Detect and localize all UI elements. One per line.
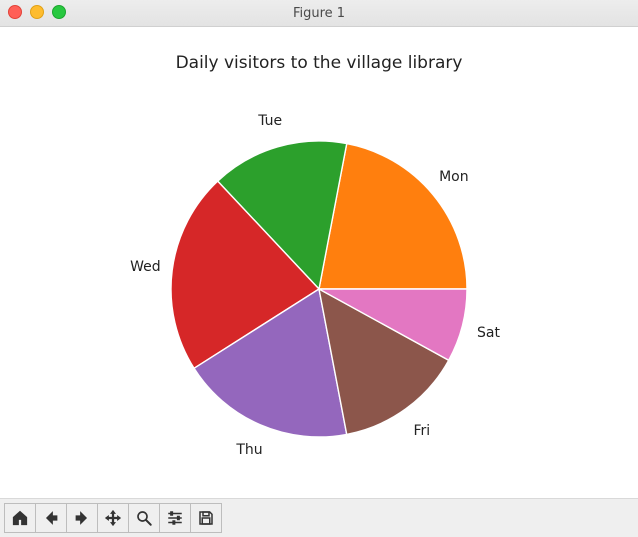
pie-slice-label: Wed xyxy=(130,259,161,275)
minimize-icon[interactable] xyxy=(30,5,44,19)
save-button[interactable] xyxy=(190,503,222,533)
arrow-left-icon xyxy=(42,509,60,527)
close-icon[interactable] xyxy=(8,5,22,19)
forward-button[interactable] xyxy=(66,503,98,533)
save-icon xyxy=(197,509,215,527)
pie-slice-label: Thu xyxy=(236,442,262,458)
arrow-right-icon xyxy=(73,509,91,527)
titlebar: Figure 1 xyxy=(0,0,638,27)
home-icon xyxy=(11,509,29,527)
pan-button[interactable] xyxy=(97,503,129,533)
window-title: Figure 1 xyxy=(293,6,345,21)
configure-subplots-button[interactable] xyxy=(159,503,191,533)
matplotlib-toolbar xyxy=(0,498,638,537)
pie-chart xyxy=(0,27,638,497)
pie-slice-label: Fri xyxy=(414,423,431,439)
traffic-lights xyxy=(8,5,66,19)
home-button[interactable] xyxy=(4,503,36,533)
move-icon xyxy=(104,509,122,527)
zoom-icon xyxy=(135,509,153,527)
zoom-button[interactable] xyxy=(128,503,160,533)
figure-area: Daily visitors to the village library Mo… xyxy=(0,27,638,498)
maximize-icon[interactable] xyxy=(52,5,66,19)
back-button[interactable] xyxy=(35,503,67,533)
pie-slice-label: Tue xyxy=(258,113,282,129)
pie-slice-label: Mon xyxy=(439,169,469,185)
window: Figure 1 Daily visitors to the village l… xyxy=(0,0,638,537)
sliders-icon xyxy=(166,509,184,527)
pie-slice-label: Sat xyxy=(477,325,500,341)
